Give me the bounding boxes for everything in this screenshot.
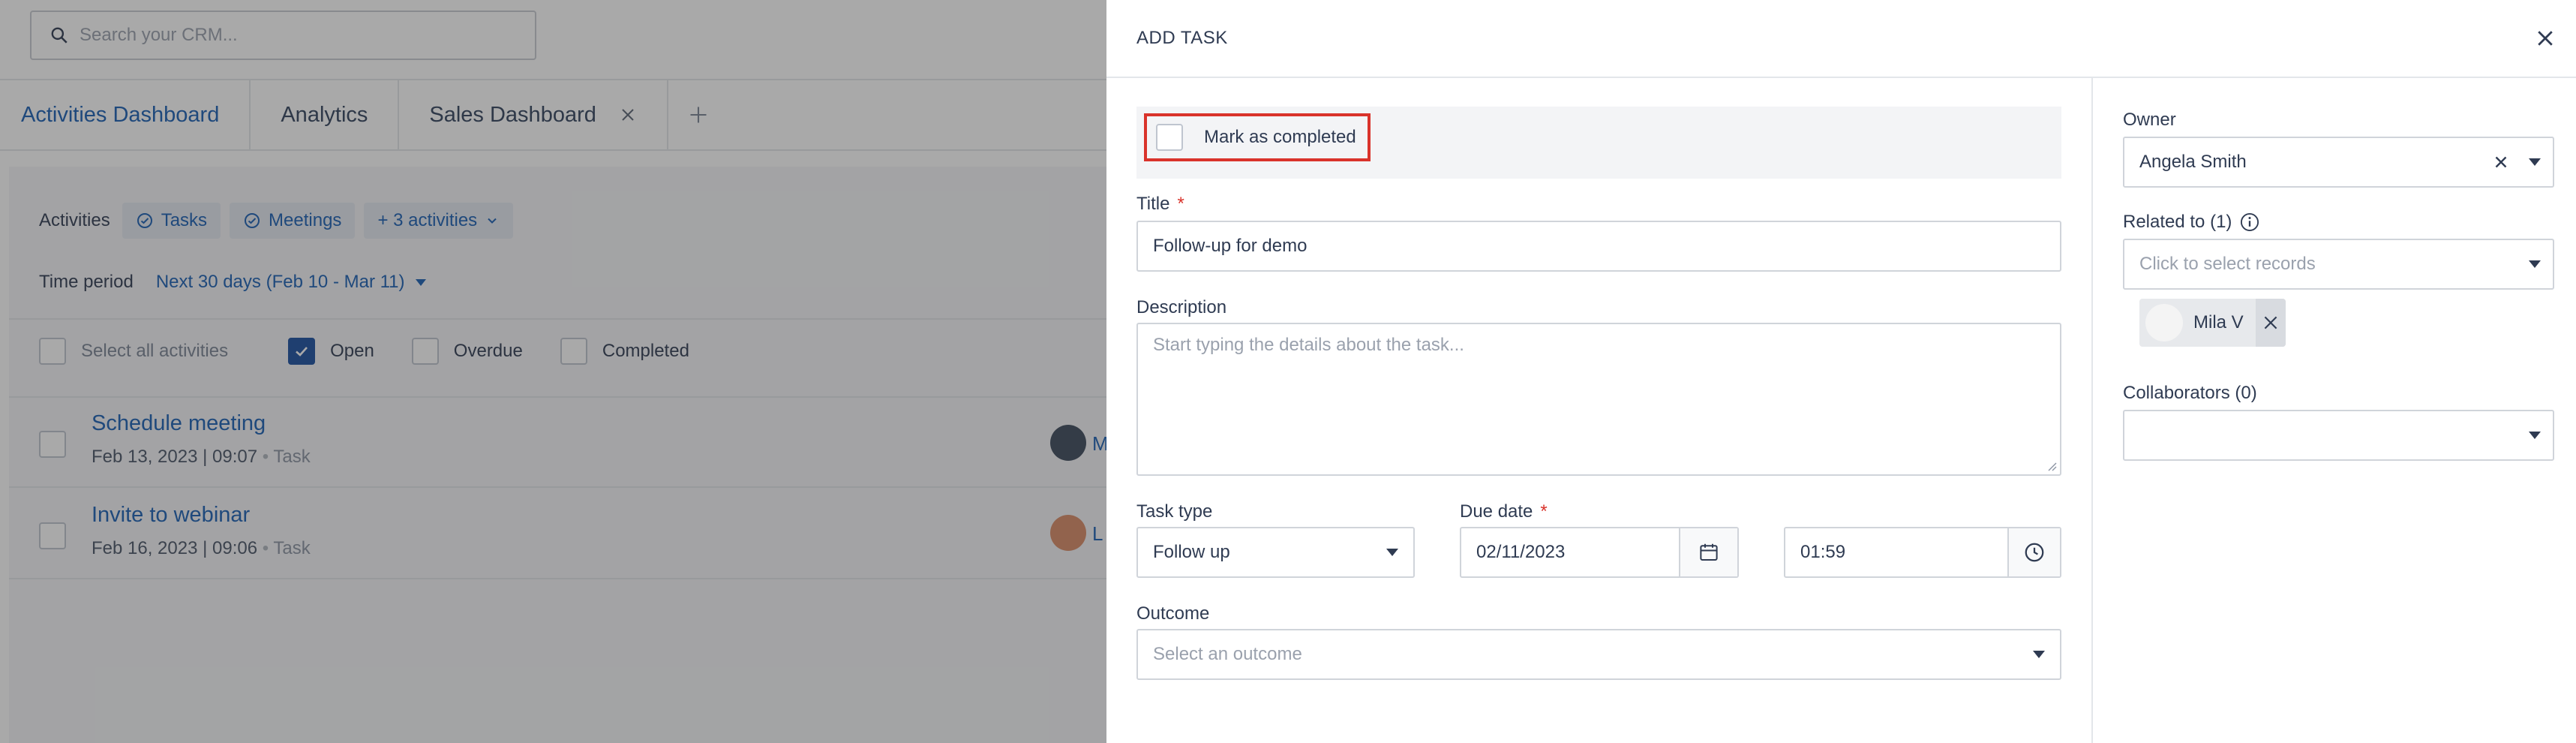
mark-completed-label: Mark as completed	[1204, 127, 1356, 147]
mark-completed-checkbox[interactable]	[1156, 124, 1183, 151]
related-placeholder: Click to select records	[2139, 254, 2316, 274]
calendar-icon[interactable]	[1679, 528, 1737, 576]
description-textarea[interactable]: Start typing the details about the task.…	[1136, 323, 2061, 476]
modal-header: ADD TASK	[1106, 0, 2576, 78]
resize-handle-icon[interactable]	[2046, 461, 2057, 471]
related-record-chip: Mila V	[2139, 299, 2286, 347]
add-task-modal: ADD TASK Mark as completed Title * Follow…	[1106, 0, 2576, 743]
related-records-select[interactable]: Click to select records	[2123, 239, 2554, 290]
collaborators-select[interactable]	[2123, 410, 2554, 461]
caret-down-icon	[2033, 651, 2045, 658]
outcome-label: Outcome	[1136, 603, 1210, 624]
owner-select[interactable]: Angela Smith	[2123, 137, 2554, 188]
close-icon[interactable]	[2534, 27, 2556, 50]
task-sidebar: Owner Angela Smith Related to (1) Click …	[2091, 78, 2575, 743]
remove-record-icon[interactable]	[2255, 299, 2286, 347]
caret-down-icon	[1386, 549, 1398, 556]
caret-down-icon	[2529, 432, 2541, 439]
title-value: Follow-up for demo	[1153, 236, 1308, 256]
due-date-value: 02/11/2023	[1476, 542, 1566, 562]
modal-backdrop[interactable]	[0, 0, 1106, 743]
outcome-select[interactable]: Select an outcome	[1136, 629, 2061, 680]
owner-controls	[2491, 152, 2541, 172]
caret-down-icon	[2529, 260, 2541, 268]
due-time-input[interactable]: 01:59	[1784, 527, 2061, 578]
caret-down-icon[interactable]	[2529, 158, 2541, 166]
mark-completed-row: Mark as completed	[1136, 107, 2061, 179]
title-label-text: Title	[1136, 194, 1170, 214]
owner-label: Owner	[2123, 110, 2176, 130]
title-label: Title *	[1136, 194, 1184, 215]
owner-value: Angela Smith	[2139, 152, 2247, 172]
required-marker: *	[1540, 501, 1548, 522]
task-type-select[interactable]: Follow up	[1136, 527, 1415, 578]
due-time-value: 01:59	[1800, 542, 1846, 562]
clear-icon[interactable]	[2491, 152, 2511, 172]
related-record-name: Mila V	[2193, 312, 2244, 332]
description-placeholder: Start typing the details about the task.…	[1153, 335, 1464, 355]
due-date-label: Due date *	[1460, 501, 1548, 522]
required-marker: *	[1177, 194, 1184, 214]
title-input[interactable]: Follow-up for demo	[1136, 221, 2061, 272]
clock-icon[interactable]	[2007, 528, 2060, 576]
due-date-label-text: Due date	[1460, 501, 1533, 522]
mark-completed-toggle[interactable]: Mark as completed	[1144, 113, 1371, 161]
outcome-placeholder: Select an outcome	[1153, 644, 1302, 664]
info-icon[interactable]	[2239, 212, 2260, 233]
due-date-input[interactable]: 02/11/2023	[1460, 527, 1739, 578]
description-label: Description	[1136, 297, 1227, 317]
task-type-label: Task type	[1136, 501, 1213, 522]
modal-title: ADD TASK	[1136, 28, 1228, 48]
crm-background: Search your CRM... Activities Dashboard …	[0, 0, 1109, 743]
related-label: Related to (1)	[2123, 212, 2260, 233]
avatar	[2145, 304, 2183, 341]
related-label-text: Related to (1)	[2123, 212, 2232, 232]
task-type-value: Follow up	[1153, 542, 1230, 562]
collaborators-label: Collaborators (0)	[2123, 383, 2257, 403]
